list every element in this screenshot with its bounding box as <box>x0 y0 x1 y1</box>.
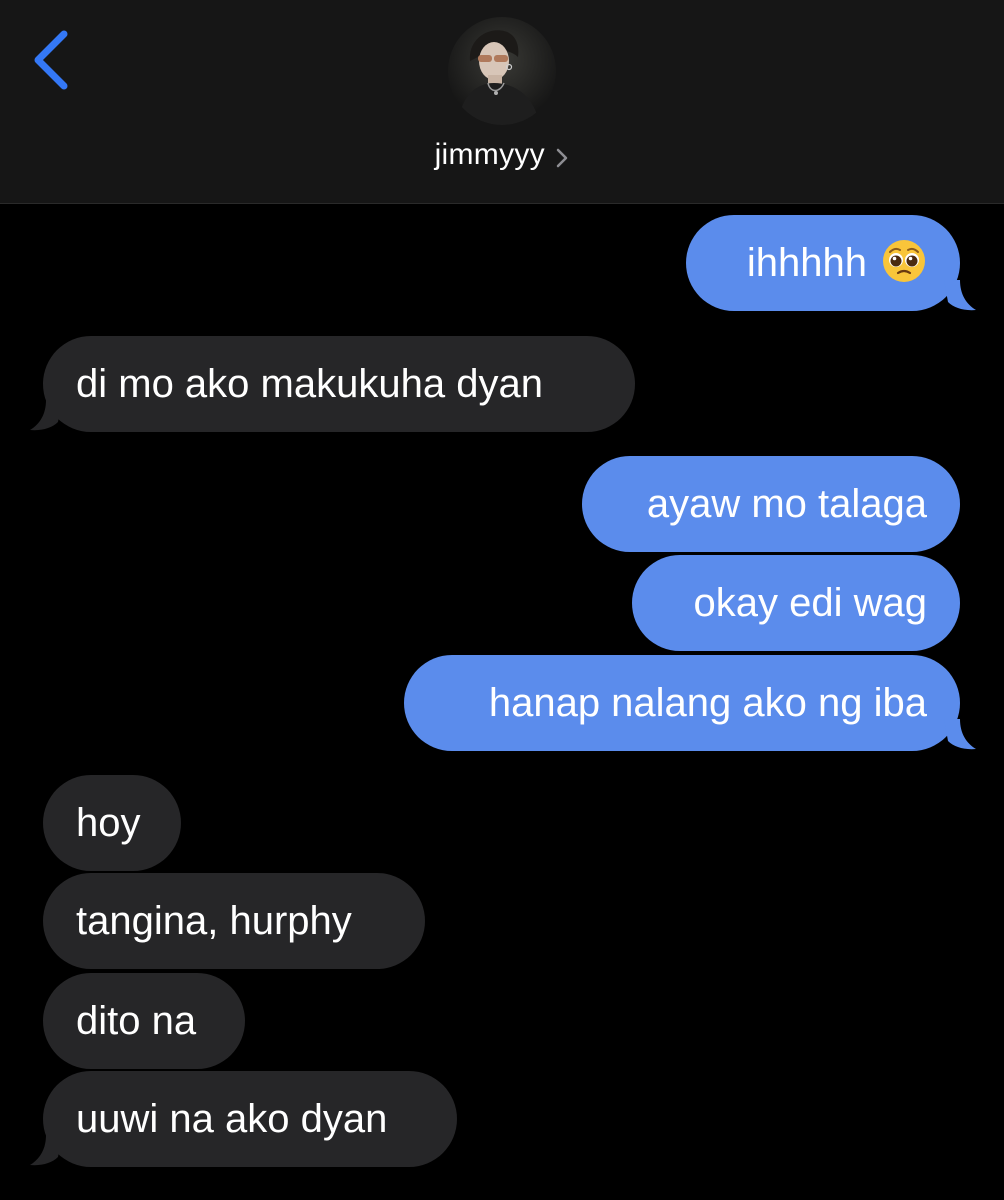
conversation-header: jimmyyy <box>0 0 1004 204</box>
message-text: dito na <box>76 999 197 1043</box>
message-bubble-incoming[interactable]: uuwi na ako dyan <box>43 1071 457 1167</box>
message-bubble-outgoing[interactable]: ihhhhh <box>686 215 960 311</box>
message-text: ihhhhh <box>746 241 867 285</box>
outgoing-bubble-tail <box>944 280 976 311</box>
message-bubble-incoming[interactable]: hoy <box>43 775 181 871</box>
message-text: tangina, hurphy <box>76 899 352 943</box>
contact-name: jimmyyy <box>434 138 545 171</box>
message-text: hanap nalang ako ng iba <box>488 681 927 725</box>
contact-name-button[interactable]: jimmyyy <box>0 138 1004 172</box>
pleading-face-emoji <box>883 240 925 283</box>
incoming-bubble-tail <box>30 400 62 431</box>
message-bubble-incoming[interactable]: tangina, hurphy <box>43 873 425 969</box>
message-bubble-outgoing[interactable]: hanap nalang ako ng iba <box>404 655 960 751</box>
chevron-left-icon <box>34 30 68 90</box>
message-bubble-incoming[interactable]: dito na <box>43 973 245 1069</box>
back-button[interactable] <box>26 26 76 96</box>
message-text: uuwi na ako dyan <box>76 1097 388 1141</box>
message-bubble-incoming[interactable]: di mo ako makukuha dyan <box>43 336 635 432</box>
outgoing-bubble-tail <box>944 719 976 750</box>
message-bubble-outgoing[interactable]: ayaw mo talaga <box>582 456 960 552</box>
message-text: okay edi wag <box>693 581 927 625</box>
message-text: di mo ako makukuha dyan <box>76 362 543 406</box>
chevron-right-icon <box>557 148 568 168</box>
incoming-bubble-tail <box>30 1135 62 1166</box>
contact-avatar[interactable] <box>448 17 556 125</box>
message-text: hoy <box>76 801 141 845</box>
message-bubble-outgoing[interactable]: okay edi wag <box>632 555 960 651</box>
message-text: ayaw mo talaga <box>646 482 927 526</box>
avatar-image <box>448 17 556 125</box>
